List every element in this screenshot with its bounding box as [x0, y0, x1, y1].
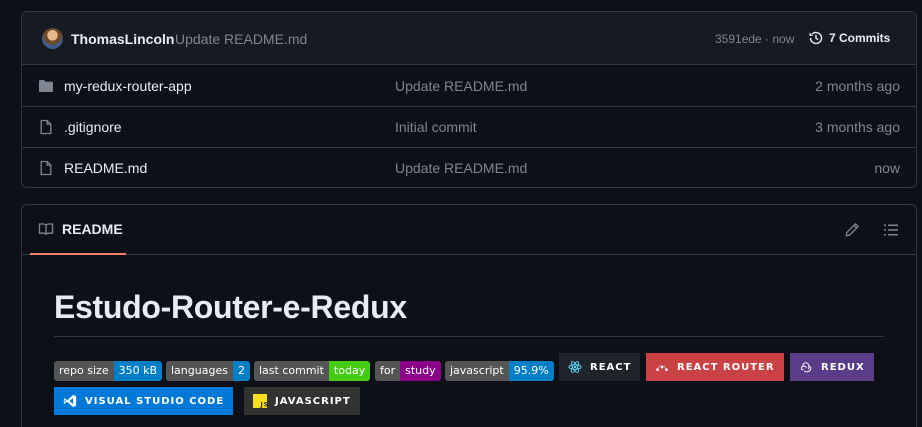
badge-label: REDUX — [821, 361, 865, 373]
file-row-my-redux-router-app[interactable]: my-redux-router-app Update README.md 2 m… — [22, 66, 916, 107]
commit-sha-time[interactable]: 3591ede · now — [715, 32, 794, 46]
file-commit-date: now — [874, 160, 900, 176]
readme-tab-label: README — [62, 221, 123, 237]
react-router-icon — [656, 365, 668, 372]
commits-label: 7 Commits — [829, 31, 891, 45]
badge-label: for — [375, 361, 401, 381]
badge-vscode[interactable]: VISUAL STUDIO CODE — [54, 387, 234, 415]
badge-value: 350 kB — [113, 361, 163, 381]
badge-label: repo size — [54, 361, 114, 381]
badge-react[interactable]: REACT — [559, 353, 641, 381]
badge-redux[interactable]: REDUX — [790, 353, 874, 381]
badge-label: languages — [166, 361, 233, 381]
badge-last-commit[interactable]: last commit today — [254, 361, 371, 381]
outline-list-icon[interactable] — [883, 222, 899, 238]
badge-javascript-percent[interactable]: javascript 95.9% — [445, 361, 554, 381]
book-icon — [38, 223, 54, 236]
badge-repo-size[interactable]: repo size 350 kB — [54, 361, 163, 381]
readme-header: README — [22, 205, 916, 255]
badge-label: REACT — [590, 361, 632, 373]
tab-readme[interactable]: README — [30, 205, 126, 255]
file-list: ThomasLincoln Update README.md 3591ede ·… — [21, 11, 917, 188]
badge-label: VISUAL STUDIO CODE — [85, 395, 225, 407]
badge-label: last commit — [254, 361, 329, 381]
readme-title: Estudo-Router-e-Redux — [54, 289, 407, 325]
title-divider — [54, 336, 884, 337]
badge-value: 2 — [232, 361, 250, 381]
file-name[interactable]: .gitignore — [64, 119, 122, 135]
svg-text:JS: JS — [259, 401, 267, 408]
latest-commit-bar: ThomasLincoln Update README.md 3591ede ·… — [22, 12, 916, 65]
badge-label: REACT ROUTER — [677, 361, 775, 373]
file-name[interactable]: README.md — [64, 160, 147, 176]
badge-label: JAVASCRIPT — [275, 395, 351, 407]
javascript-icon: JS — [253, 394, 267, 408]
file-icon — [40, 160, 52, 176]
vscode-icon — [63, 394, 77, 408]
file-commit-message[interactable]: Update README.md — [395, 160, 527, 176]
file-commit-message[interactable]: Update README.md — [395, 78, 527, 94]
badge-javascript[interactable]: JS JAVASCRIPT — [244, 387, 360, 415]
badge-for-study[interactable]: for study — [375, 361, 441, 381]
commits-link[interactable]: 7 Commits — [808, 30, 890, 46]
commit-author[interactable]: ThomasLincoln — [71, 31, 174, 47]
badge-label: javascript — [445, 361, 509, 381]
edit-pencil-icon[interactable] — [844, 222, 860, 238]
badge-value: 95.9% — [508, 361, 554, 381]
history-icon — [809, 31, 823, 45]
readme-panel: README Estudo-Router-e-Redux repo size 3… — [21, 204, 917, 427]
badge-languages[interactable]: languages 2 — [166, 361, 250, 381]
file-icon — [40, 119, 52, 135]
file-commit-message[interactable]: Initial commit — [395, 119, 477, 135]
avatar[interactable] — [42, 28, 63, 49]
badge-value: study — [400, 361, 441, 381]
badge-value: today — [328, 361, 371, 381]
file-row-readme[interactable]: README.md Update README.md now — [22, 148, 916, 189]
badge-react-router[interactable]: REACT ROUTER — [646, 353, 784, 381]
file-commit-date: 3 months ago — [815, 119, 900, 135]
redux-icon — [800, 362, 812, 373]
file-row-gitignore[interactable]: .gitignore Initial commit 3 months ago — [22, 107, 916, 148]
folder-icon — [39, 80, 53, 92]
react-icon — [568, 361, 582, 373]
file-commit-date: 2 months ago — [815, 78, 900, 94]
commit-message[interactable]: Update README.md — [175, 31, 307, 47]
file-name[interactable]: my-redux-router-app — [64, 78, 192, 94]
